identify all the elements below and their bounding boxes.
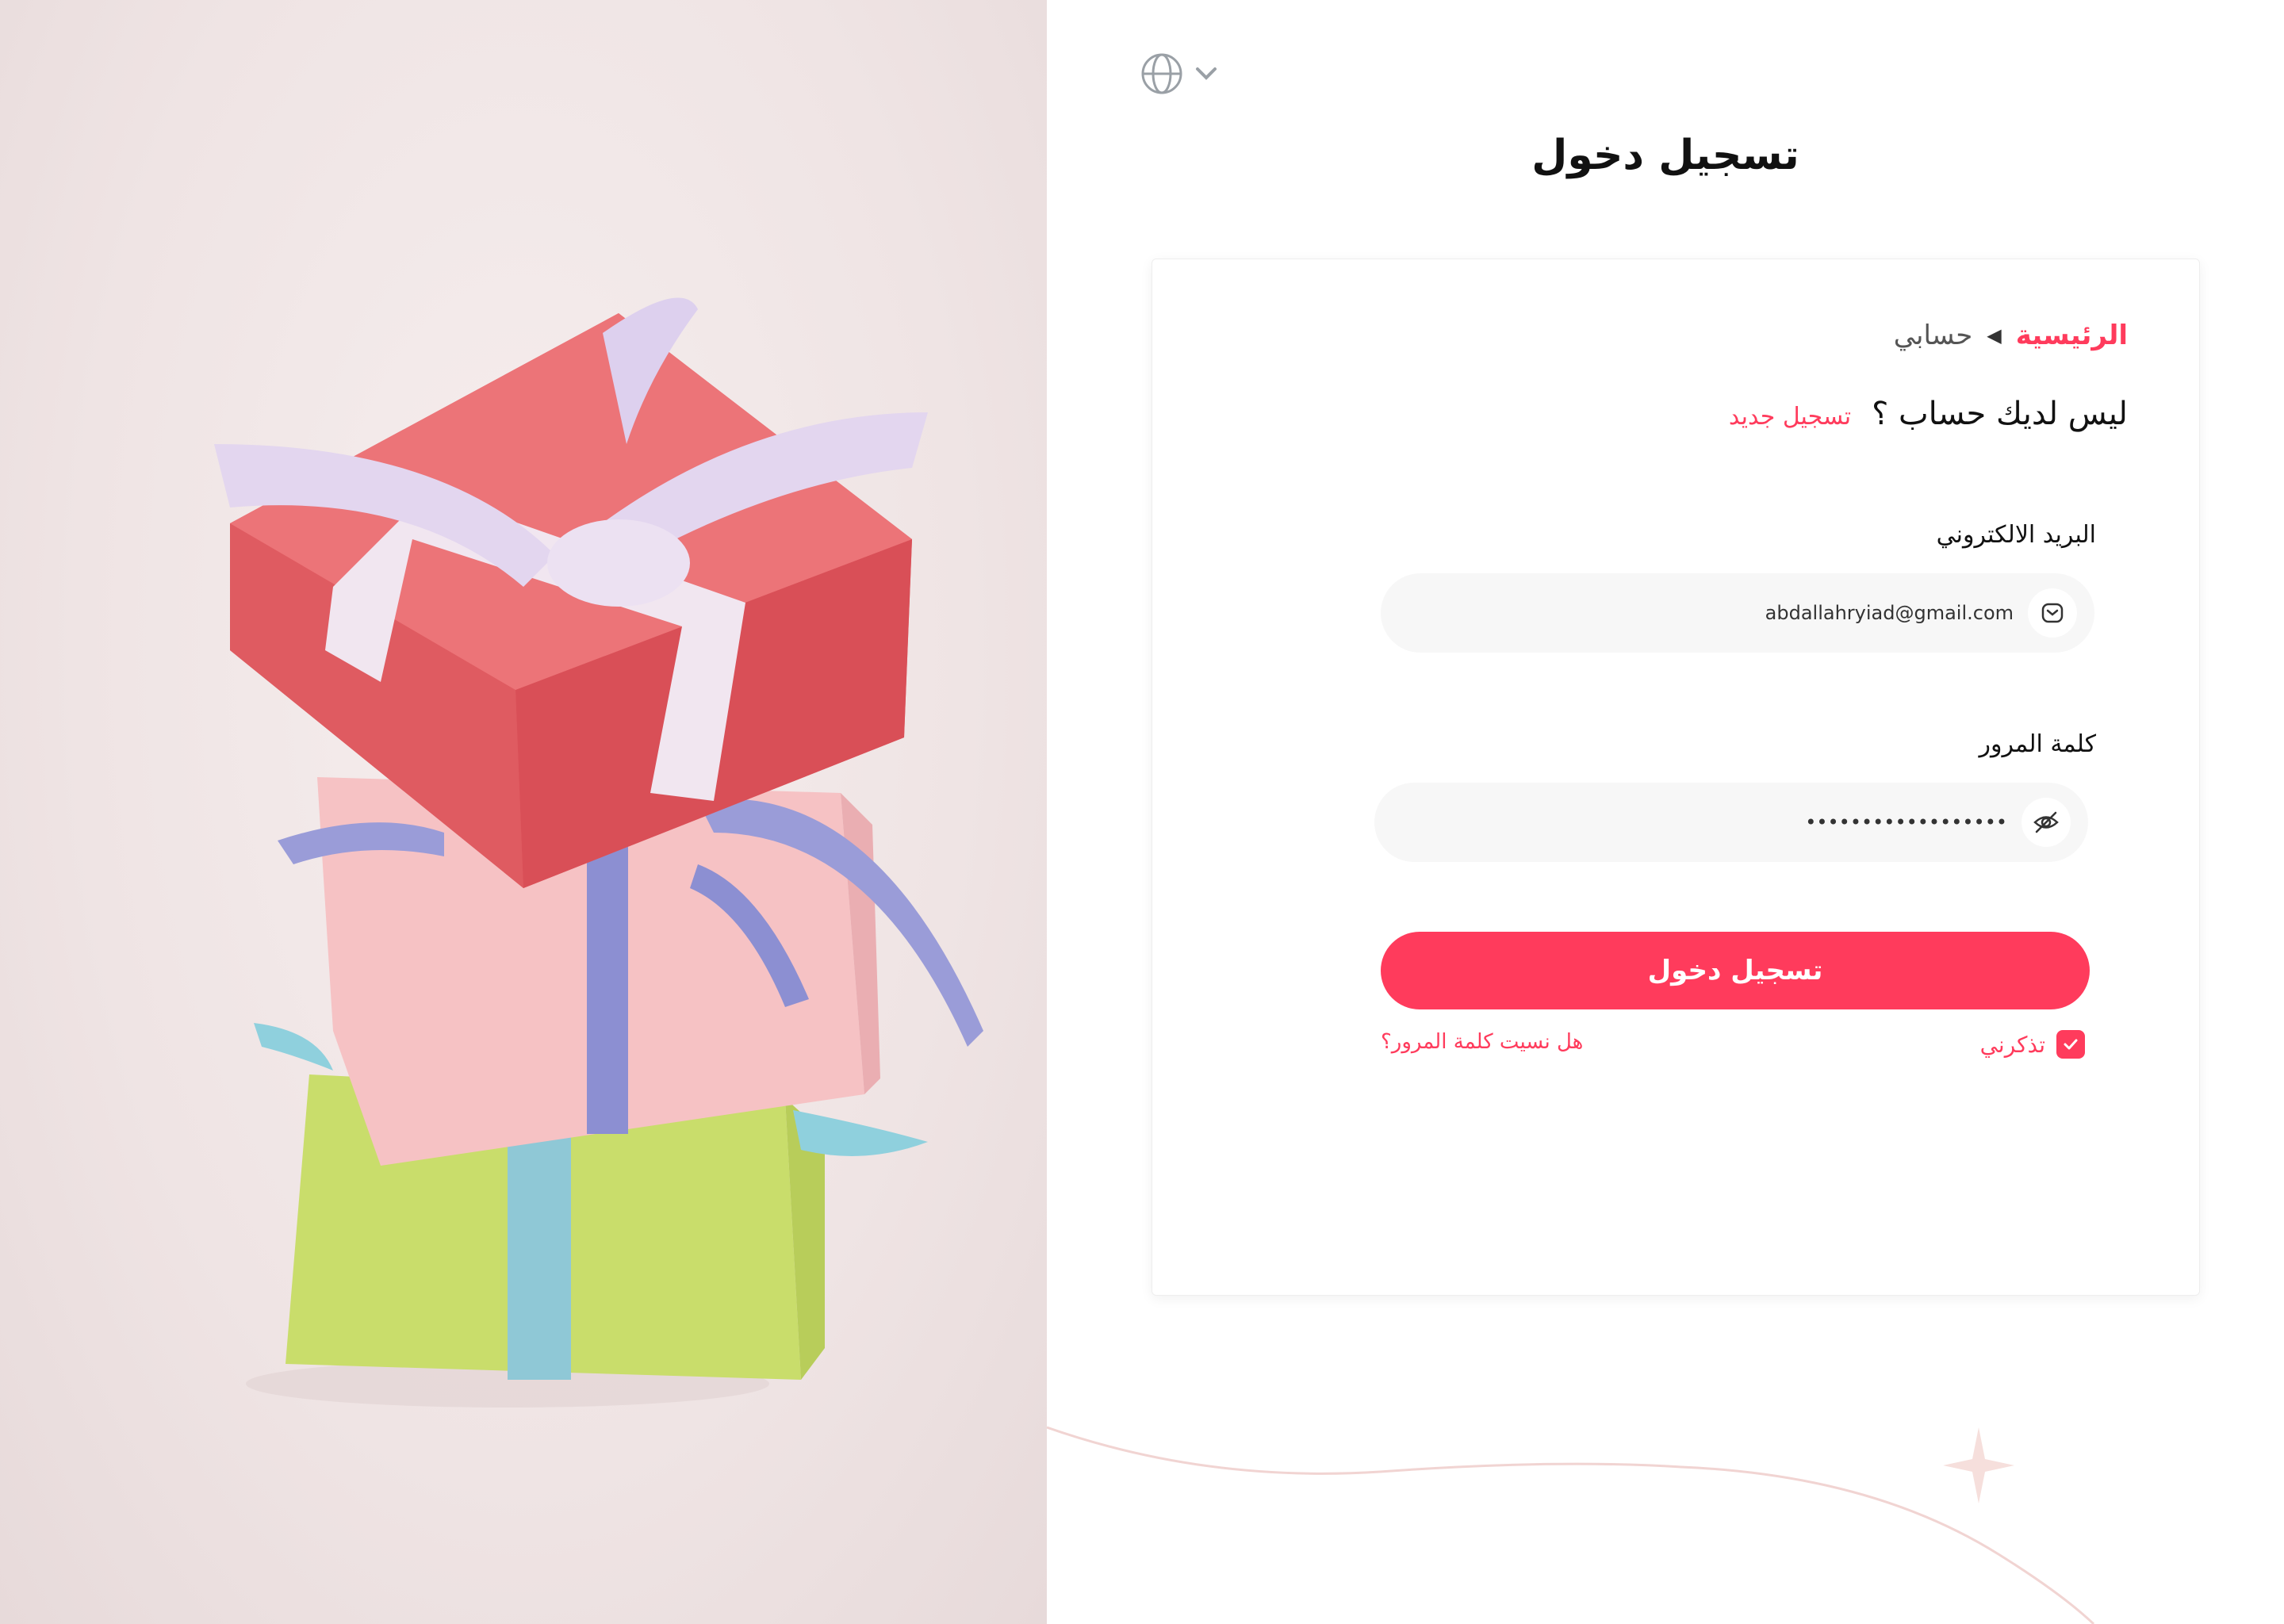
signup-prompt: ليس لديك حساب ؟ تسجيل جديد bbox=[1729, 396, 2128, 432]
password-input[interactable] bbox=[1450, 810, 2009, 834]
gift-boxes-photo bbox=[0, 0, 1047, 1624]
checkbox-checked-icon bbox=[2056, 1030, 2085, 1059]
chevron-down-icon bbox=[1196, 67, 1217, 80]
password-field[interactable] bbox=[1374, 783, 2088, 862]
decorative-wave bbox=[1047, 1426, 2095, 1624]
breadcrumb-home-link[interactable]: الرئيسية bbox=[2016, 320, 2128, 351]
email-input[interactable] bbox=[1457, 601, 2015, 625]
breadcrumb-current: حسابي bbox=[1893, 320, 1973, 351]
caret-left-icon: ◀ bbox=[1987, 324, 2002, 347]
breadcrumb: الرئيسية ◀ حسابي bbox=[1894, 320, 2128, 351]
gift-boxes-illustration bbox=[214, 297, 983, 1408]
globe-icon bbox=[1141, 53, 1182, 94]
mail-icon bbox=[2028, 588, 2077, 638]
email-field[interactable] bbox=[1381, 573, 2094, 653]
forgot-password-link[interactable]: هل نسيت كلمة المرور؟ bbox=[1381, 1030, 1583, 1054]
remember-me-checkbox[interactable]: تذكرني bbox=[1980, 1030, 2085, 1059]
password-label: كلمة المرور bbox=[1979, 730, 2096, 758]
signup-link[interactable]: تسجيل جديد bbox=[1729, 403, 1851, 431]
remember-me-label: تذكرني bbox=[1979, 1031, 2045, 1058]
eye-off-icon[interactable] bbox=[2021, 798, 2071, 847]
login-card: الرئيسية ◀ حسابي ليس لديك حساب ؟ تسجيل ج… bbox=[1152, 259, 2200, 1296]
sparkle-icon bbox=[1943, 1427, 2014, 1503]
signup-question: ليس لديك حساب ؟ bbox=[1872, 396, 2128, 432]
page-title: تسجيل دخول bbox=[1531, 132, 1799, 179]
language-selector[interactable] bbox=[1140, 52, 1218, 95]
email-label: البريد الالكتروني bbox=[1936, 521, 2096, 549]
login-button[interactable]: تسجيل دخول bbox=[1381, 932, 2090, 1009]
